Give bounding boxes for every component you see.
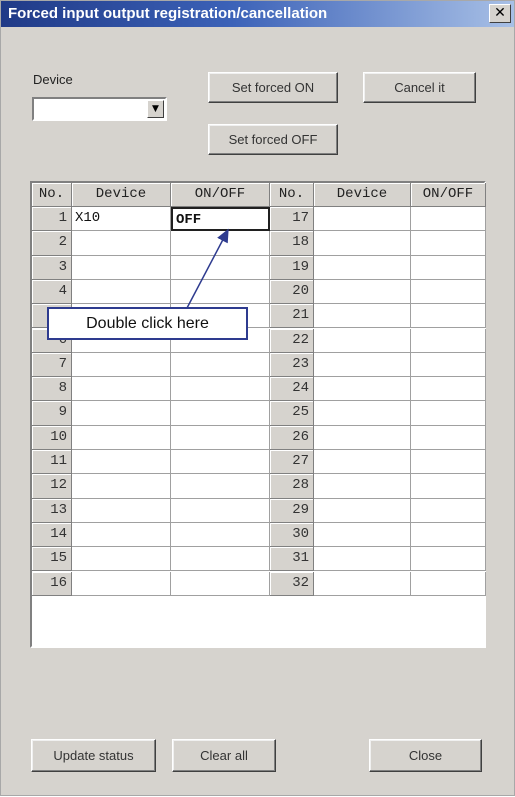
annotation-arrow [186,228,229,309]
double-click-callout: Double click here [47,307,248,340]
dialog-window: Forced input output registration/cancell… [0,0,515,796]
